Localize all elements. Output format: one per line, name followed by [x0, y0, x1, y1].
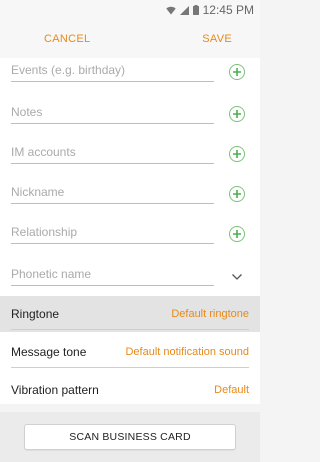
ringtone-label: Ringtone	[11, 307, 60, 321]
events-field[interactable]: Events (e.g. birthday)	[11, 58, 214, 82]
status-time: 12:45 PM	[202, 3, 254, 17]
add-events-button[interactable]	[229, 64, 245, 80]
phonetic-name-row: Phonetic name	[0, 260, 260, 300]
notes-field[interactable]: Notes	[11, 98, 214, 124]
add-nickname-button[interactable]	[229, 186, 245, 202]
add-relationship-button[interactable]	[229, 226, 245, 242]
plus-icon	[233, 230, 241, 238]
status-bar: 12:45 PM	[0, 0, 260, 20]
add-im-accounts-button[interactable]	[229, 146, 245, 162]
phonetic-name-field[interactable]: Phonetic name	[11, 260, 214, 286]
vibration-pattern-label: Vibration pattern	[11, 383, 99, 397]
cancel-button[interactable]: CANCEL	[44, 33, 90, 45]
contact-form: Events (e.g. birthday) Notes IM accounts…	[0, 58, 260, 404]
ringtone-row[interactable]: Ringtone Default ringtone	[0, 296, 260, 332]
bottom-bar: SCAN BUSINESS CARD	[0, 412, 260, 462]
signal-icon	[179, 5, 189, 15]
vibration-pattern-row[interactable]: Vibration pattern Default	[0, 372, 260, 404]
plus-icon	[233, 150, 241, 158]
im-accounts-field[interactable]: IM accounts	[11, 138, 214, 164]
message-tone-value: Default notification sound	[125, 346, 249, 358]
divider	[11, 329, 249, 330]
relationship-field[interactable]: Relationship	[11, 218, 214, 244]
nickname-row: Nickname	[0, 178, 260, 218]
message-tone-label: Message tone	[11, 345, 87, 359]
relationship-row: Relationship	[0, 218, 260, 258]
divider	[11, 367, 249, 368]
save-button[interactable]: SAVE	[202, 33, 232, 45]
vibration-pattern-value: Default	[214, 384, 249, 396]
chevron-down-icon	[232, 274, 242, 280]
ringtone-value: Default ringtone	[171, 308, 249, 320]
im-accounts-row: IM accounts	[0, 138, 260, 178]
expand-phonetic-button[interactable]	[229, 269, 245, 285]
scan-business-card-button[interactable]: SCAN BUSINESS CARD	[24, 424, 236, 450]
battery-icon	[192, 5, 199, 15]
notes-row: Notes	[0, 98, 260, 138]
action-bar: CANCEL SAVE	[0, 20, 260, 58]
plus-icon	[233, 110, 241, 118]
wifi-icon	[165, 6, 176, 15]
plus-icon	[233, 68, 241, 76]
add-notes-button[interactable]	[229, 106, 245, 122]
nickname-field[interactable]: Nickname	[11, 178, 214, 204]
events-row: Events (e.g. birthday)	[0, 58, 260, 98]
message-tone-row[interactable]: Message tone Default notification sound	[0, 334, 260, 370]
plus-icon	[233, 190, 241, 198]
